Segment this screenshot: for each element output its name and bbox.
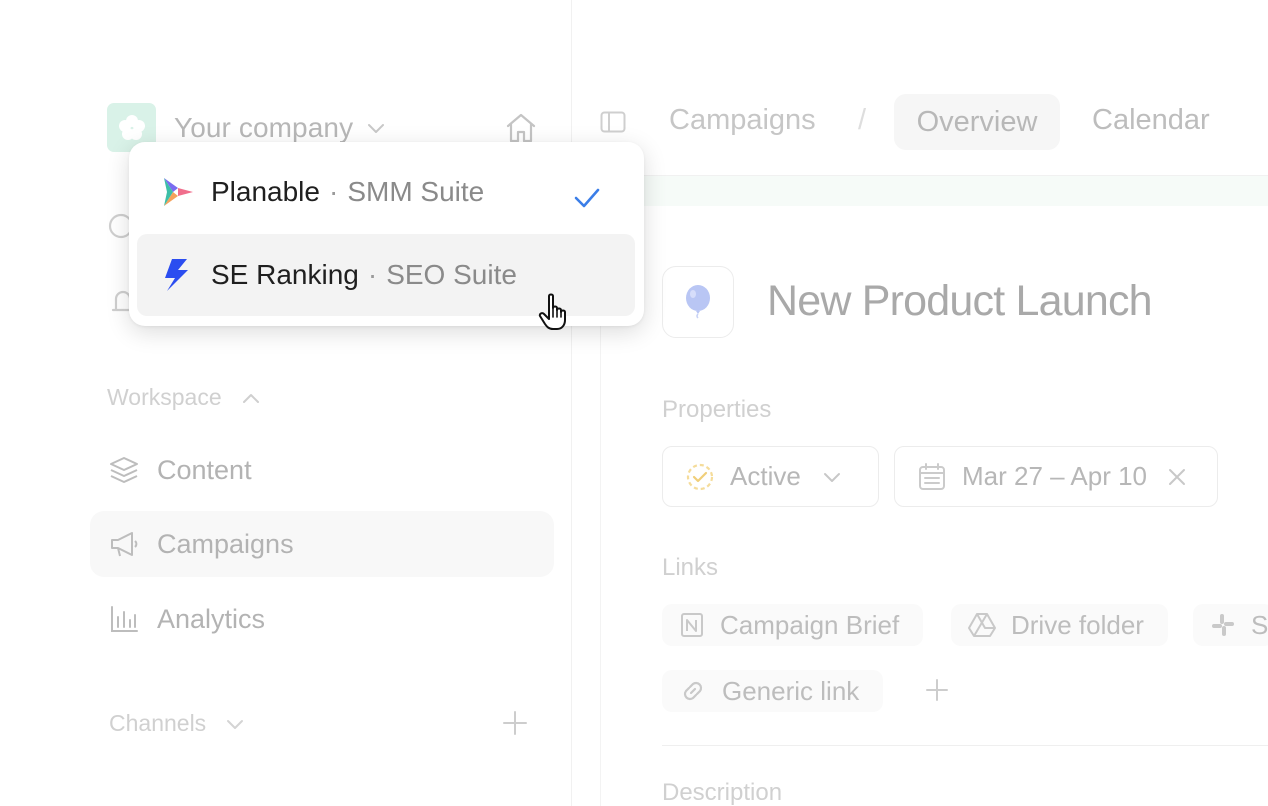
link-label: Campaign Brief: [720, 609, 900, 640]
page-title[interactable]: New Product Launch: [767, 277, 1153, 326]
home-icon[interactable]: [504, 112, 538, 144]
sidebar: Your company Workspace Content Campaigns…: [0, 0, 572, 806]
suite-option-separator: ·: [367, 259, 378, 290]
slack-icon: [1209, 611, 1237, 639]
sidebar-item-content[interactable]: Content: [90, 437, 554, 503]
properties-label: Properties: [662, 396, 772, 423]
sidebar-item-analytics[interactable]: Analytics: [90, 586, 554, 652]
chevron-down-icon: [227, 719, 244, 729]
description-label: Description: [662, 779, 783, 806]
channels-header-label: Channels: [109, 710, 207, 736]
chevron-down-icon: [368, 123, 385, 133]
date-range-value: Mar 27 – Apr 10: [962, 461, 1147, 491]
link-label: Generic link: [722, 675, 860, 706]
status-value: Active: [730, 461, 801, 491]
sidebar-item-label: Content: [157, 454, 252, 485]
link-slack[interactable]: S: [1193, 604, 1268, 646]
megaphone-icon: [108, 528, 140, 560]
sidebar-item-label: Analytics: [157, 603, 266, 634]
add-link-icon[interactable]: [925, 678, 949, 702]
header-banner-strip: [600, 176, 1268, 206]
layers-icon: [108, 454, 140, 486]
channels-section-header[interactable]: Channels: [109, 710, 244, 737]
tab-calendar[interactable]: Calendar: [1092, 104, 1210, 137]
suite-option-planable[interactable]: Planable · SMM Suite: [137, 151, 635, 233]
sidebar-item-campaigns[interactable]: Campaigns: [90, 511, 554, 577]
chevron-down-icon: [823, 472, 840, 482]
link-campaign-brief[interactable]: Campaign Brief: [662, 604, 924, 646]
calendar-icon: [919, 462, 945, 490]
breadcrumb-campaigns[interactable]: Campaigns: [669, 104, 816, 137]
suite-option-name: SE Ranking: [211, 259, 359, 290]
suite-option-subtitle: SEO Suite: [386, 259, 517, 290]
links-label: Links: [662, 554, 719, 581]
status-select[interactable]: Active: [662, 446, 879, 507]
hand-pointer-cursor-icon: [538, 293, 566, 330]
close-icon[interactable]: [1167, 467, 1187, 487]
campaign-emoji-button[interactable]: [662, 266, 734, 338]
date-range-field[interactable]: Mar 27 – Apr 10: [894, 446, 1218, 507]
workspace-header-label: Workspace: [107, 384, 222, 410]
tab-overview[interactable]: Overview: [894, 94, 1060, 150]
links-divider: [662, 745, 1268, 746]
suite-option-subtitle: SMM Suite: [347, 176, 485, 207]
link-generic[interactable]: Generic link: [662, 670, 884, 712]
add-channel-icon[interactable]: [502, 710, 528, 736]
link-drive-folder[interactable]: Drive folder: [951, 604, 1168, 646]
suite-option-separator: ·: [328, 176, 339, 207]
checkmark-icon: [574, 188, 600, 208]
sidebar-toggle-icon[interactable]: [600, 111, 626, 133]
link-icon: [678, 676, 708, 706]
workspace-section-header[interactable]: Workspace: [107, 384, 260, 411]
company-name: Your company: [174, 111, 354, 143]
flower-icon: [118, 114, 145, 140]
planable-logo-icon: [161, 175, 195, 209]
chevron-up-icon: [242, 393, 259, 403]
sidebar-item-label: Campaigns: [157, 528, 294, 559]
google-drive-icon: [967, 611, 997, 639]
status-active-icon: [686, 463, 714, 490]
suite-option-name: Planable: [211, 176, 320, 207]
balloon-icon: [686, 285, 710, 319]
link-label: S: [1251, 609, 1268, 640]
link-label: Drive folder: [1011, 609, 1144, 640]
bar-chart-icon: [108, 603, 140, 635]
se-ranking-logo-icon: [161, 258, 195, 292]
notion-icon: [678, 611, 706, 639]
breadcrumb-separator: /: [858, 104, 867, 136]
